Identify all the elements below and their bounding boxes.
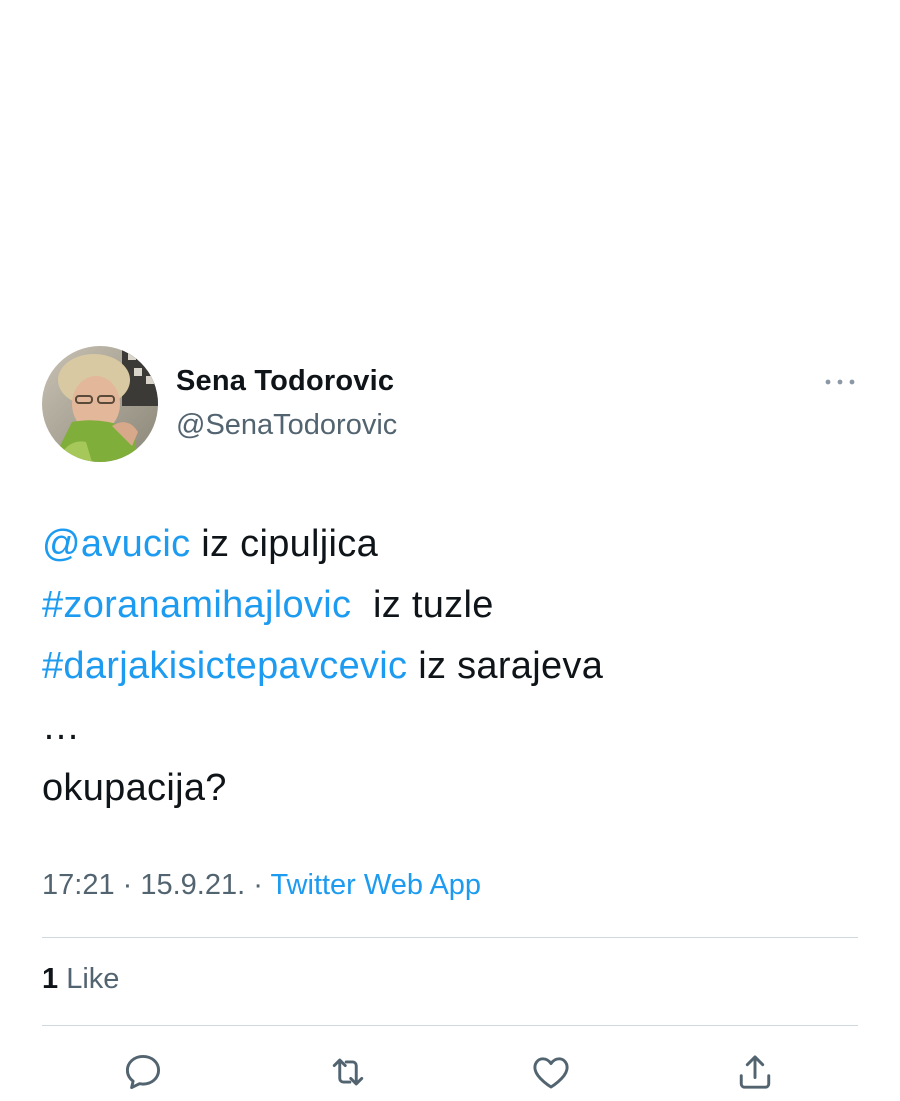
tweet-line-text: okupacija? bbox=[42, 767, 227, 809]
tweet-line: #darjakisictepavcevic iz sarajeva bbox=[42, 636, 862, 697]
like-label: Like bbox=[58, 963, 120, 995]
profile-photo-icon bbox=[42, 346, 158, 462]
divider bbox=[42, 937, 858, 938]
mention-link[interactable]: @avucic bbox=[42, 523, 190, 565]
tweet-time[interactable]: 17:21 bbox=[42, 869, 115, 901]
likes-stat[interactable]: 1 Like bbox=[42, 963, 119, 996]
retweet-button[interactable] bbox=[326, 1050, 370, 1094]
retweet-icon bbox=[332, 1058, 364, 1086]
meta-separator: · bbox=[245, 869, 271, 901]
avatar[interactable] bbox=[42, 346, 158, 462]
tweet-line-text: iz sarajeva bbox=[407, 645, 604, 687]
tweet-line: okupacija? bbox=[42, 758, 862, 819]
author-handle[interactable]: @SenaTodorovic bbox=[176, 409, 397, 442]
like-count: 1 bbox=[42, 963, 59, 995]
tweet-line-text: iz tuzle bbox=[351, 584, 494, 626]
like-button[interactable] bbox=[529, 1050, 573, 1094]
tweet-text: @avucic iz cipuljica #zoranamihajlovic i… bbox=[42, 514, 862, 819]
tweet-line: @avucic iz cipuljica bbox=[42, 514, 862, 575]
author-name[interactable]: Sena Todorovic bbox=[176, 365, 394, 398]
hashtag-link[interactable]: #zoranamihajlovic bbox=[42, 584, 351, 626]
tweet-line: #zoranamihajlovic iz tuzle bbox=[42, 575, 862, 636]
tweet-line-text: iz cipuljica bbox=[190, 523, 379, 565]
tweet-line-text: … bbox=[42, 706, 81, 748]
tweet-source-link[interactable]: Twitter Web App bbox=[270, 869, 481, 901]
reply-icon bbox=[125, 1054, 161, 1090]
meta-separator: · bbox=[114, 869, 141, 901]
share-button[interactable] bbox=[733, 1050, 777, 1094]
tweet-metadata: 17:21 · 15.9.21. · Twitter Web App bbox=[42, 869, 481, 902]
divider bbox=[42, 1025, 858, 1026]
tweet-line: … bbox=[42, 697, 862, 758]
hashtag-link[interactable]: #darjakisictepavcevic bbox=[42, 645, 407, 687]
heart-icon bbox=[533, 1057, 569, 1089]
tweet-date[interactable]: 15.9.21. bbox=[140, 869, 245, 901]
share-icon bbox=[739, 1055, 771, 1089]
reply-button[interactable] bbox=[121, 1050, 165, 1094]
more-options-icon[interactable] bbox=[820, 370, 860, 394]
